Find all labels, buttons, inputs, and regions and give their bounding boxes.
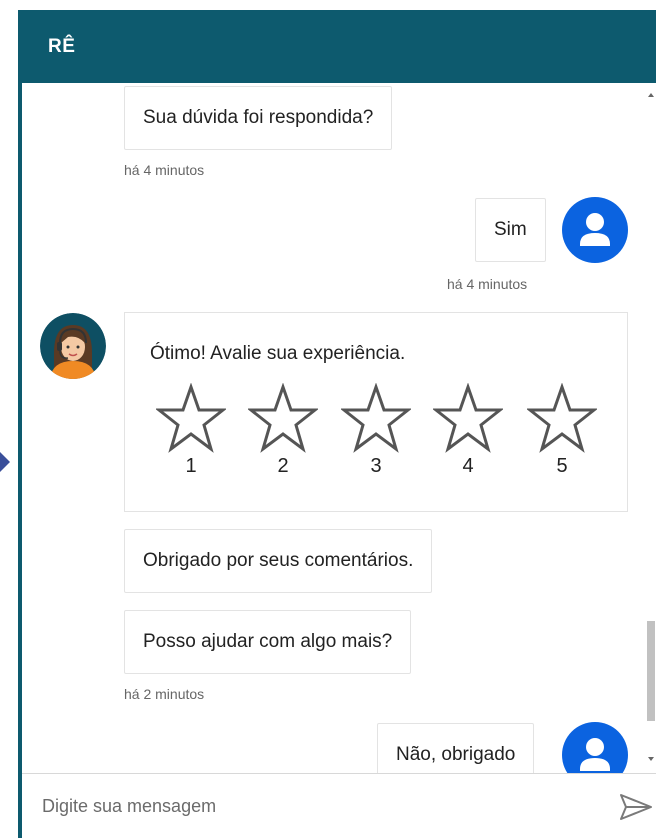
agent-avatar-icon xyxy=(40,313,106,379)
star-label: 3 xyxy=(370,455,382,477)
star-rating-4[interactable]: 4 xyxy=(433,383,503,483)
scroll-up-icon[interactable] xyxy=(648,93,654,97)
star-rating-3[interactable]: 3 xyxy=(341,383,411,483)
composer xyxy=(22,773,656,838)
user-avatar-icon xyxy=(562,197,628,263)
agent-message: Posso ajudar com algo mais? xyxy=(124,610,412,674)
message-timestamp: há 4 minutos xyxy=(447,276,528,292)
user-message: Não, obrigado xyxy=(377,723,535,773)
rating-card: Ótimo! Avalie sua experiência. 1 2 3 4 5 xyxy=(124,312,628,512)
chat-window: RÊ Sua dúvida foi respondida? há 4 minut… xyxy=(18,10,656,838)
star-outline-icon xyxy=(156,383,226,453)
star-outline-icon xyxy=(527,383,597,453)
star-outline-icon xyxy=(433,383,503,453)
page: RÊ Sua dúvida foi respondida? há 4 minut… xyxy=(0,0,656,838)
star-rating-2[interactable]: 2 xyxy=(248,383,318,483)
scroll-thumb[interactable] xyxy=(647,621,655,721)
star-rating-1[interactable]: 1 xyxy=(156,383,226,483)
star-label: 2 xyxy=(277,455,289,477)
send-button[interactable] xyxy=(618,792,654,822)
star-label: 1 xyxy=(185,455,197,477)
message-scrollbar[interactable] xyxy=(646,83,656,773)
star-label: 4 xyxy=(462,455,474,477)
message-input[interactable] xyxy=(40,788,584,824)
agent-message: Obrigado por seus comentários. xyxy=(124,529,433,593)
star-outline-icon xyxy=(248,383,318,453)
agent-message: Sua dúvida foi respondida? xyxy=(124,86,393,150)
scroll-down-icon[interactable] xyxy=(648,757,654,761)
send-icon xyxy=(620,794,652,820)
message-timestamp: há 2 minutos xyxy=(124,686,205,702)
message-timestamp: há 4 minutos xyxy=(124,162,205,178)
chat-title: RÊ xyxy=(48,36,76,57)
star-outline-icon xyxy=(341,383,411,453)
star-label: 5 xyxy=(556,455,568,477)
user-message: Sim xyxy=(475,198,546,262)
message-list: Sua dúvida foi respondida? há 4 minutos … xyxy=(22,83,656,773)
star-rating-5[interactable]: 5 xyxy=(527,383,597,483)
user-avatar-icon xyxy=(562,722,628,773)
rating-prompt: Ótimo! Avalie sua experiência. xyxy=(150,343,406,364)
chat-header: RÊ xyxy=(22,10,656,83)
collapse-arrow-icon[interactable] xyxy=(0,452,10,472)
